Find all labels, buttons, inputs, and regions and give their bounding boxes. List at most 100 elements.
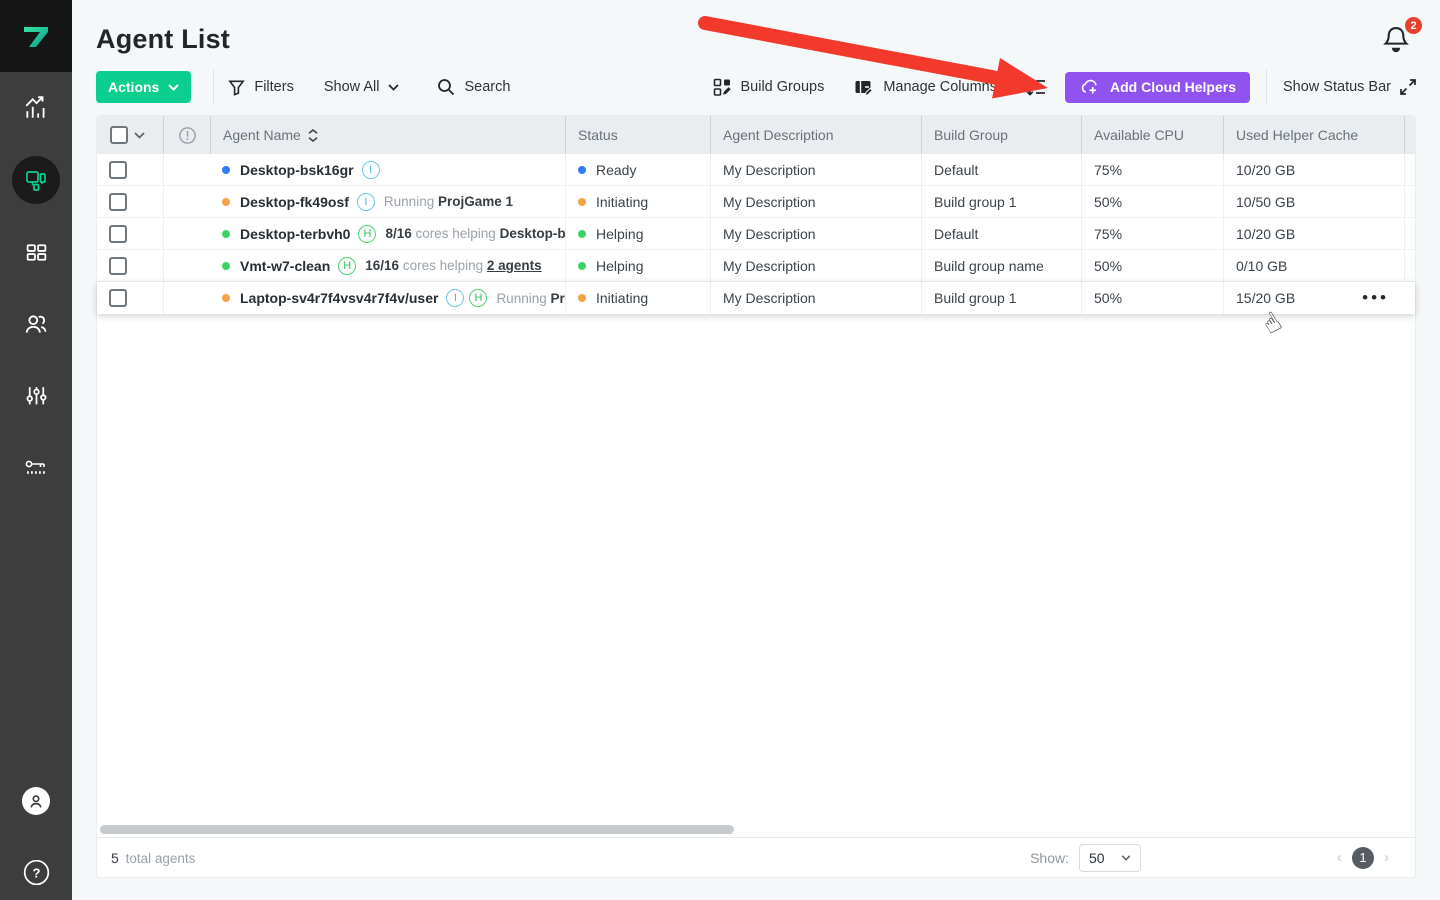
build-groups-edit-icon	[713, 78, 732, 97]
table-row[interactable]: Vmt-w7-clean H 16/16 cores helping 2 age…	[97, 250, 1415, 282]
spacer-cell	[1404, 250, 1417, 281]
activity-text: 8/16 cores helping Desktop-bsk16gr	[385, 226, 565, 241]
status-cell: Initiating	[565, 186, 710, 217]
row-menu-button[interactable]: •••	[1362, 286, 1389, 310]
helper-badge: H	[338, 257, 356, 275]
page-size-select[interactable]: 50	[1079, 844, 1141, 872]
header-spacer	[1404, 116, 1417, 154]
scrollbar-thumb[interactable]	[100, 825, 734, 834]
analytics-chart-icon	[23, 95, 49, 121]
active-item-highlight	[12, 156, 60, 204]
header-agent-name[interactable]: Agent Name	[210, 116, 565, 154]
table-footer: 5 total agents Show: 50 ‹ 1 ›	[97, 837, 1415, 877]
sort-icon[interactable]	[308, 129, 318, 142]
row-height-icon	[1025, 77, 1047, 97]
app-logo[interactable]	[0, 0, 72, 72]
license-key-icon	[23, 455, 49, 481]
status-dot	[222, 262, 230, 270]
header-available-cpu[interactable]: Available CPU	[1081, 116, 1223, 154]
spacer-cell	[1404, 154, 1417, 185]
sliders-settings-icon	[24, 384, 49, 409]
row-checkbox[interactable]	[109, 289, 127, 307]
status-cell: Helping	[565, 250, 710, 281]
filters-button[interactable]: Filters	[228, 79, 293, 96]
actions-label: Actions	[108, 79, 159, 95]
table-row[interactable]: Desktop-fk49osf I Running ProjGame 1 Ini…	[97, 186, 1415, 218]
show-all-dropdown[interactable]: Show All	[324, 79, 400, 95]
header-description[interactable]: Agent Description	[710, 116, 921, 154]
current-page[interactable]: 1	[1352, 847, 1374, 869]
manage-columns-button[interactable]: Manage Columns	[854, 78, 997, 97]
status-label: Initiating	[596, 290, 648, 306]
agent-name-cell: Desktop-terbvh0 H 8/16 cores helping Des…	[210, 218, 565, 249]
agent-name-cell: Desktop-fk49osf I Running ProjGame 1	[210, 186, 565, 217]
row-height-button[interactable]	[1025, 77, 1047, 97]
search-label: Search	[464, 79, 510, 95]
description-cell: My Description	[710, 282, 921, 314]
available-cpu-cell: 50%	[1081, 250, 1223, 281]
help-button[interactable]: ?	[23, 859, 50, 886]
person-icon	[27, 792, 45, 810]
used-helper-cache-cell: 10/50 GB	[1223, 186, 1404, 217]
used-helper-cache-cell: 0/10 GB	[1223, 250, 1404, 281]
toolbar-divider	[213, 70, 214, 104]
table-header-row: Agent Name Status Agent Description Buil…	[97, 116, 1415, 154]
table-row[interactable]: Desktop-bsk16gr I Ready My Description D…	[97, 154, 1415, 186]
row-checkbox[interactable]	[109, 161, 127, 179]
alert-circle-icon	[178, 126, 197, 145]
agent-name-cell: Vmt-w7-clean H 16/16 cores helping 2 age…	[210, 250, 565, 281]
row-checkbox[interactable]	[109, 225, 127, 243]
description-cell: My Description	[710, 250, 921, 281]
build-groups-button[interactable]: Build Groups	[713, 78, 825, 97]
header-status[interactable]: Status	[565, 116, 710, 154]
status-label: Ready	[596, 162, 636, 178]
table-row[interactable]: Desktop-terbvh0 H 8/16 cores helping Des…	[97, 218, 1415, 250]
status-cell: Ready	[565, 154, 710, 185]
available-cpu-cell: 75%	[1081, 218, 1223, 249]
select-all-checkbox[interactable]	[110, 126, 128, 144]
table-empty-area	[97, 314, 1415, 821]
used-helper-cache-cell: 10/20 GB	[1223, 154, 1404, 185]
sidebar-item-agents[interactable]	[0, 144, 72, 216]
status-dot	[578, 198, 586, 206]
search-button[interactable]: Search	[437, 78, 510, 96]
build-group-cell: Build group 1	[921, 282, 1081, 314]
prev-page-button[interactable]: ‹	[1337, 849, 1342, 866]
actions-button[interactable]: Actions	[96, 71, 191, 103]
sidebar-item-settings[interactable]	[0, 360, 72, 432]
select-menu-chevron-icon[interactable]	[134, 132, 145, 139]
build-group-cell: Default	[921, 154, 1081, 185]
header-used-helper-cache[interactable]: Used Helper Cache	[1223, 116, 1404, 154]
add-cloud-helpers-button[interactable]: Add Cloud Helpers	[1065, 72, 1250, 103]
notifications-button[interactable]: 2	[1382, 24, 1418, 58]
build-group-cell: Build group name	[921, 250, 1081, 281]
filter-funnel-icon	[228, 79, 245, 96]
row-checkbox[interactable]	[109, 193, 127, 211]
sidebar-item-users[interactable]	[0, 288, 72, 360]
sidebar-item-analytics[interactable]	[0, 72, 72, 144]
sidebar-item-build-groups[interactable]	[0, 216, 72, 288]
description-cell: My Description	[710, 154, 921, 185]
sidebar: ?	[0, 0, 72, 900]
alert-cell	[163, 186, 210, 217]
row-checkbox[interactable]	[109, 257, 127, 275]
agent-name: Desktop-fk49osf	[240, 194, 349, 210]
horizontal-scrollbar	[97, 821, 1415, 837]
cloud-plus-icon	[1079, 79, 1101, 96]
table-row[interactable]: Laptop-sv4r7f4vsv4r7f4v/user I H Running…	[97, 282, 1415, 314]
status-cell: Helping	[565, 218, 710, 249]
show-status-bar-button[interactable]: Show Status Bar	[1283, 79, 1416, 95]
incredibuild-logo-icon	[19, 19, 53, 53]
show-all-label: Show All	[324, 79, 380, 95]
user-avatar[interactable]	[22, 787, 50, 815]
chevron-down-icon	[388, 84, 399, 91]
sidebar-item-license[interactable]	[0, 432, 72, 504]
build-group-cell: Build group 1	[921, 186, 1081, 217]
helper-badge: H	[469, 289, 487, 307]
description-cell: My Description	[710, 218, 921, 249]
agent-name: Laptop-sv4r7f4vsv4r7f4v/user	[240, 290, 438, 306]
next-page-button[interactable]: ›	[1384, 849, 1389, 866]
header-build-group[interactable]: Build Group	[921, 116, 1081, 154]
helped-agents-link[interactable]: 2 agents	[487, 258, 542, 273]
available-cpu-column-label: Available CPU	[1094, 127, 1184, 143]
